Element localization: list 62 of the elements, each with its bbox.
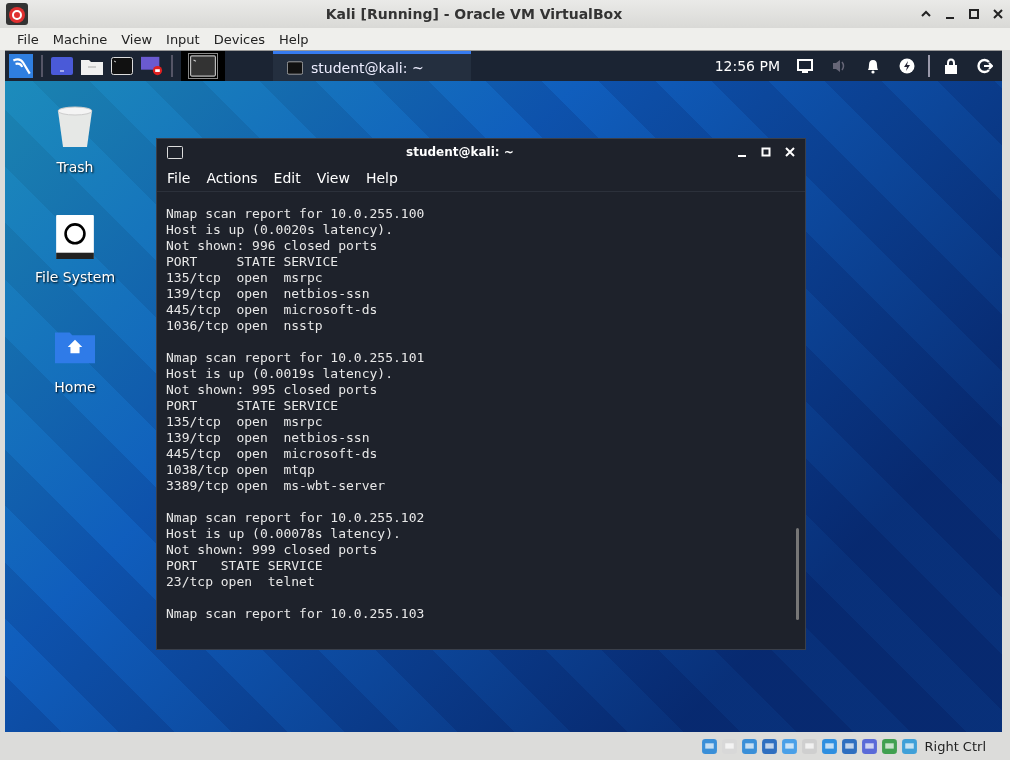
dragon-logo-icon[interactable] [9,54,33,78]
desktop-icon-label[interactable]: Home [54,379,96,395]
desktop-icon-label[interactable]: Trash [56,159,94,175]
app-logo-icon [6,3,28,25]
menu-item[interactable]: View [114,31,160,47]
terminal-icon [287,60,303,75]
close-icon[interactable] [992,8,1004,20]
menu-item[interactable]: View [316,170,350,186]
scrollbar-thumb[interactable] [796,528,799,620]
terminal-output-line: PORT STATE SERVICE [166,398,339,413]
terminal-icon[interactable] [111,56,133,76]
monitor-icon[interactable] [797,58,813,74]
terminal-output-line: 445/tcp open microsoft-ds [166,446,378,461]
window-title: Kali [Running] - Oracle VM VirtualBox [324,6,624,22]
terminal-output-line: PORT STATE SERVICE [166,558,323,573]
menu-item[interactable]: File [10,31,46,47]
terminal-output-line: Not shown: 996 closed ports [166,238,378,253]
menu-item[interactable]: Help [365,170,398,186]
terminal-output-line: 445/tcp open microsoft-ds [166,302,378,317]
hard-drive-icon[interactable] [55,215,95,259]
lock-icon[interactable] [943,58,959,74]
desktop-icon-label[interactable]: File System [34,269,116,285]
menu-item[interactable]: Machine [45,31,115,47]
menu-item[interactable]: Edit [273,170,301,186]
terminal-output-line: PORT STATE SERVICE [166,254,339,269]
terminal-output-line: Nmap scan report for 10.0.255.100 [166,206,425,221]
menu-item[interactable]: Actions [206,170,258,186]
desktop-icon[interactable] [51,56,73,76]
workspace-switcher[interactable] [181,51,225,81]
terminal-output-line: 1036/tcp open nsstp [166,318,323,333]
terminal-output-line: 139/tcp open netbios-ssn [166,286,370,301]
terminal-output-line: 135/tcp open msrpc [166,270,323,285]
host-key-label: Right Ctrl [924,738,986,754]
clock[interactable]: 12:56 PM [714,58,780,74]
window-icon [188,53,218,79]
terminal-output-line: 135/tcp open msrpc [166,414,323,429]
menu-item[interactable]: Input [159,31,207,47]
terminal-output-line: 139/tcp open netbios-ssn [166,430,370,445]
terminal-output-line: 1038/tcp open mtqp [166,462,315,477]
taskbar-button[interactable]: student@kali: ~ [273,51,471,81]
terminal-output-line: Nmap scan report for 10.0.255.101 [166,350,425,365]
window-title: student@kali: ~ [405,145,515,159]
power-icon[interactable] [899,58,915,74]
terminal-output-line: Host is up (0.0020s latency). [166,222,393,237]
terminal-icon [167,145,183,159]
volume-icon[interactable] [831,58,847,74]
trash-icon[interactable] [55,105,95,149]
terminal-output-line: Host is up (0.0019s latency). [166,366,393,381]
terminal-output-line: Nmap scan report for 10.0.255.102 [166,510,425,525]
screen-recorder-icon[interactable] [141,56,163,76]
terminal-output-line: Not shown: 999 closed ports [166,542,378,557]
terminal-output-line: Not shown: 995 closed ports [166,382,378,397]
maximize-icon[interactable] [968,8,980,20]
menu-item[interactable]: Devices [206,31,272,47]
terminal-output-line: 3389/tcp open ms-wbt-server [166,478,386,493]
menu-item[interactable]: File [167,170,191,186]
menu-item[interactable]: Help [271,31,316,47]
terminal-output-line: 23/tcp open telnet [166,574,315,589]
terminal-output-line: Nmap scan report for 10.0.255.103 [166,606,425,621]
terminal-output-line: Host is up (0.00078s latency). [166,526,401,541]
bell-icon[interactable] [865,58,881,74]
logout-icon[interactable] [977,58,993,74]
